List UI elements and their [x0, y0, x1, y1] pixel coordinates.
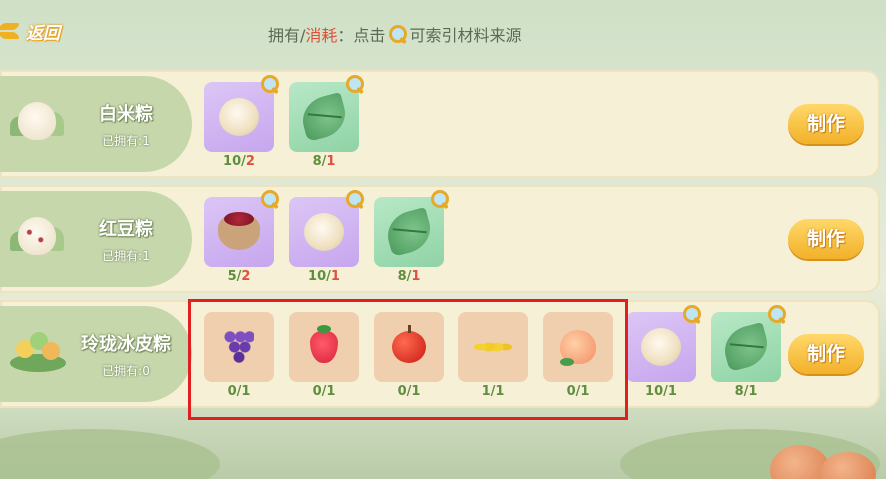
magnifier-icon: [388, 24, 408, 44]
background-hill: [0, 429, 220, 479]
rice-ball-icon: [302, 210, 346, 254]
hint-prefix: 拥有/: [268, 26, 306, 45]
make-button[interactable]: 制作: [788, 104, 864, 144]
dish-owned-count: 已拥有:1: [102, 134, 150, 148]
material-slot[interactable]: [289, 190, 364, 267]
dish-owned-count: 已拥有:1: [102, 249, 150, 263]
material-quantity: 10/1: [308, 269, 340, 284]
material-slot[interactable]: [374, 190, 449, 267]
make-button[interactable]: 制作: [788, 219, 864, 259]
material-slot[interactable]: [711, 305, 786, 382]
material-quantity: 8/1: [397, 269, 421, 284]
plain-zongzi-icon: [10, 98, 66, 148]
magnifier-icon[interactable]: [430, 189, 452, 211]
recipe-row: 白米粽 已拥有:1 10/2 8/1 制作: [0, 70, 880, 178]
recipe-row: 红豆粽 已拥有:1 5/2 10/1 8/1 制作: [0, 185, 880, 293]
back-button[interactable]: 返回: [0, 14, 80, 48]
magnifier-icon[interactable]: [345, 74, 367, 96]
material-quantity: 8/1: [312, 154, 336, 169]
crystal-zongzi-plate-icon: [10, 328, 66, 378]
material-quantity: 10/1: [645, 384, 677, 399]
material-quantity: 5/2: [227, 269, 251, 284]
magnifier-icon[interactable]: [345, 189, 367, 211]
hint-mid: ：点击: [337, 26, 386, 45]
leaf-icon: [382, 206, 436, 258]
dish-panel: 红豆粽 已拥有:1: [0, 191, 192, 287]
material-quantity: 8/1: [734, 384, 758, 399]
material-slot[interactable]: [204, 190, 279, 267]
red-bean-zongzi-icon: [10, 213, 66, 263]
red-bean-sack-icon: [217, 210, 261, 254]
dish-panel: 白米粽 已拥有:1: [0, 76, 192, 172]
magnifier-icon[interactable]: [260, 74, 282, 96]
magnifier-icon[interactable]: [767, 304, 789, 326]
hint-consume: 消耗: [305, 26, 338, 45]
material-quantity: 10/2: [223, 154, 255, 169]
back-label: 返回: [26, 23, 60, 44]
leaf-icon: [719, 321, 773, 373]
dish-panel: 玲珑冰皮粽 已拥有:0: [0, 306, 192, 402]
highlight-box: [188, 299, 628, 420]
material-slot[interactable]: [289, 75, 364, 152]
leaf-icon: [297, 91, 351, 143]
rice-ball-icon: [217, 95, 261, 139]
material-slot[interactable]: [626, 305, 701, 382]
make-button[interactable]: 制作: [788, 334, 864, 374]
rice-ball-icon: [639, 325, 683, 369]
dish-owned-count: 已拥有:0: [102, 364, 150, 378]
magnifier-icon[interactable]: [682, 304, 704, 326]
dish-name: 白米粽: [99, 104, 153, 125]
material-slot[interactable]: [204, 75, 279, 152]
dish-name: 红豆粽: [99, 219, 153, 240]
source-hint: 拥有/ 消耗 ：点击 可索引材料来源: [268, 22, 521, 46]
back-chevron-icon: [0, 17, 18, 45]
dish-name: 玲珑冰皮粽: [81, 334, 171, 355]
magnifier-icon[interactable]: [260, 189, 282, 211]
hint-suffix: 可索引材料来源: [409, 26, 522, 45]
